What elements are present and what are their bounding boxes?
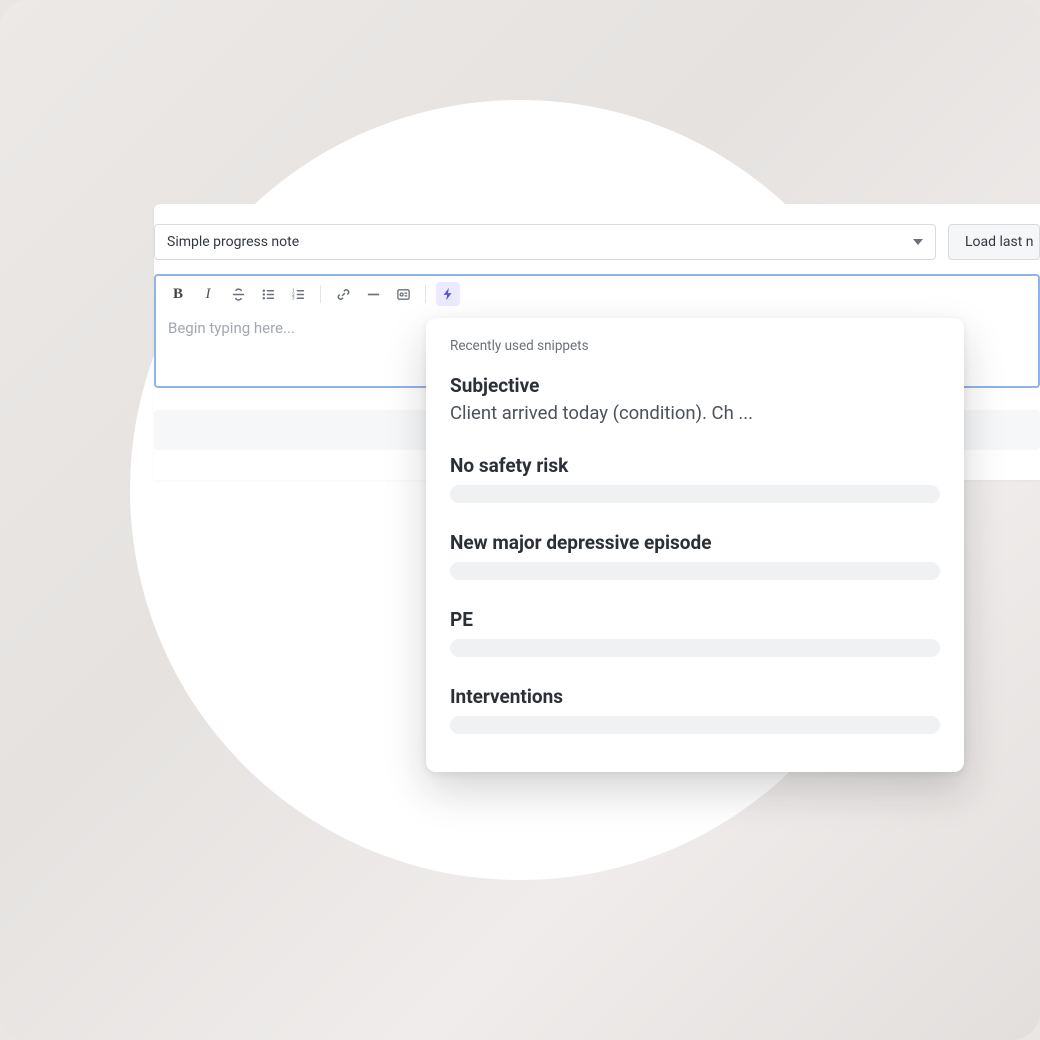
snippets-popup: Recently used snippets Subjective Client… [426,318,964,772]
bold-button[interactable]: B [166,282,190,306]
snippet-title: Subjective [450,374,940,397]
editor-placeholder: Begin typing here... [168,319,295,337]
snippet-preview-skeleton [450,562,940,580]
snippet-item[interactable]: No safety risk [450,448,940,517]
toolbar-separator [320,285,321,303]
snippet-item[interactable]: Subjective Client arrived today (conditi… [450,368,940,440]
snippet-item[interactable]: New major depressive episode [450,525,940,594]
snippet-preview-skeleton [450,639,940,657]
caret-down-icon [913,239,923,245]
snippet-preview-skeleton [450,716,940,734]
editor-toolbar: B I 1 2 3 [156,276,1038,312]
horizontal-rule-button[interactable] [361,282,385,306]
snippets-button[interactable] [436,282,460,306]
numbered-list-button[interactable]: 1 2 3 [286,282,310,306]
snippet-title: No safety risk [450,454,940,477]
snippet-preview: Client arrived today (condition). Ch ... [450,401,940,426]
insert-card-button[interactable] [391,282,415,306]
bulleted-list-button[interactable] [256,282,280,306]
snippet-item[interactable]: PE [450,602,940,671]
snippet-title: Interventions [450,685,940,708]
toolbar-separator [425,285,426,303]
snippets-popup-header: Recently used snippets [450,338,940,354]
note-type-select[interactable]: Simple progress note [154,224,936,260]
load-last-label: Load last n [965,234,1034,250]
panel-top-row: Simple progress note Load last n [154,224,1040,274]
strikethrough-button[interactable] [226,282,250,306]
snippet-title: New major depressive episode [450,531,940,554]
svg-text:3: 3 [291,295,294,301]
link-button[interactable] [331,282,355,306]
load-last-note-button[interactable]: Load last n [948,224,1040,260]
snippet-item[interactable]: Interventions [450,679,940,748]
snippet-title: PE [450,608,940,631]
note-type-selected-label: Simple progress note [167,234,299,250]
snippet-preview-skeleton [450,485,940,503]
italic-button[interactable]: I [196,282,220,306]
